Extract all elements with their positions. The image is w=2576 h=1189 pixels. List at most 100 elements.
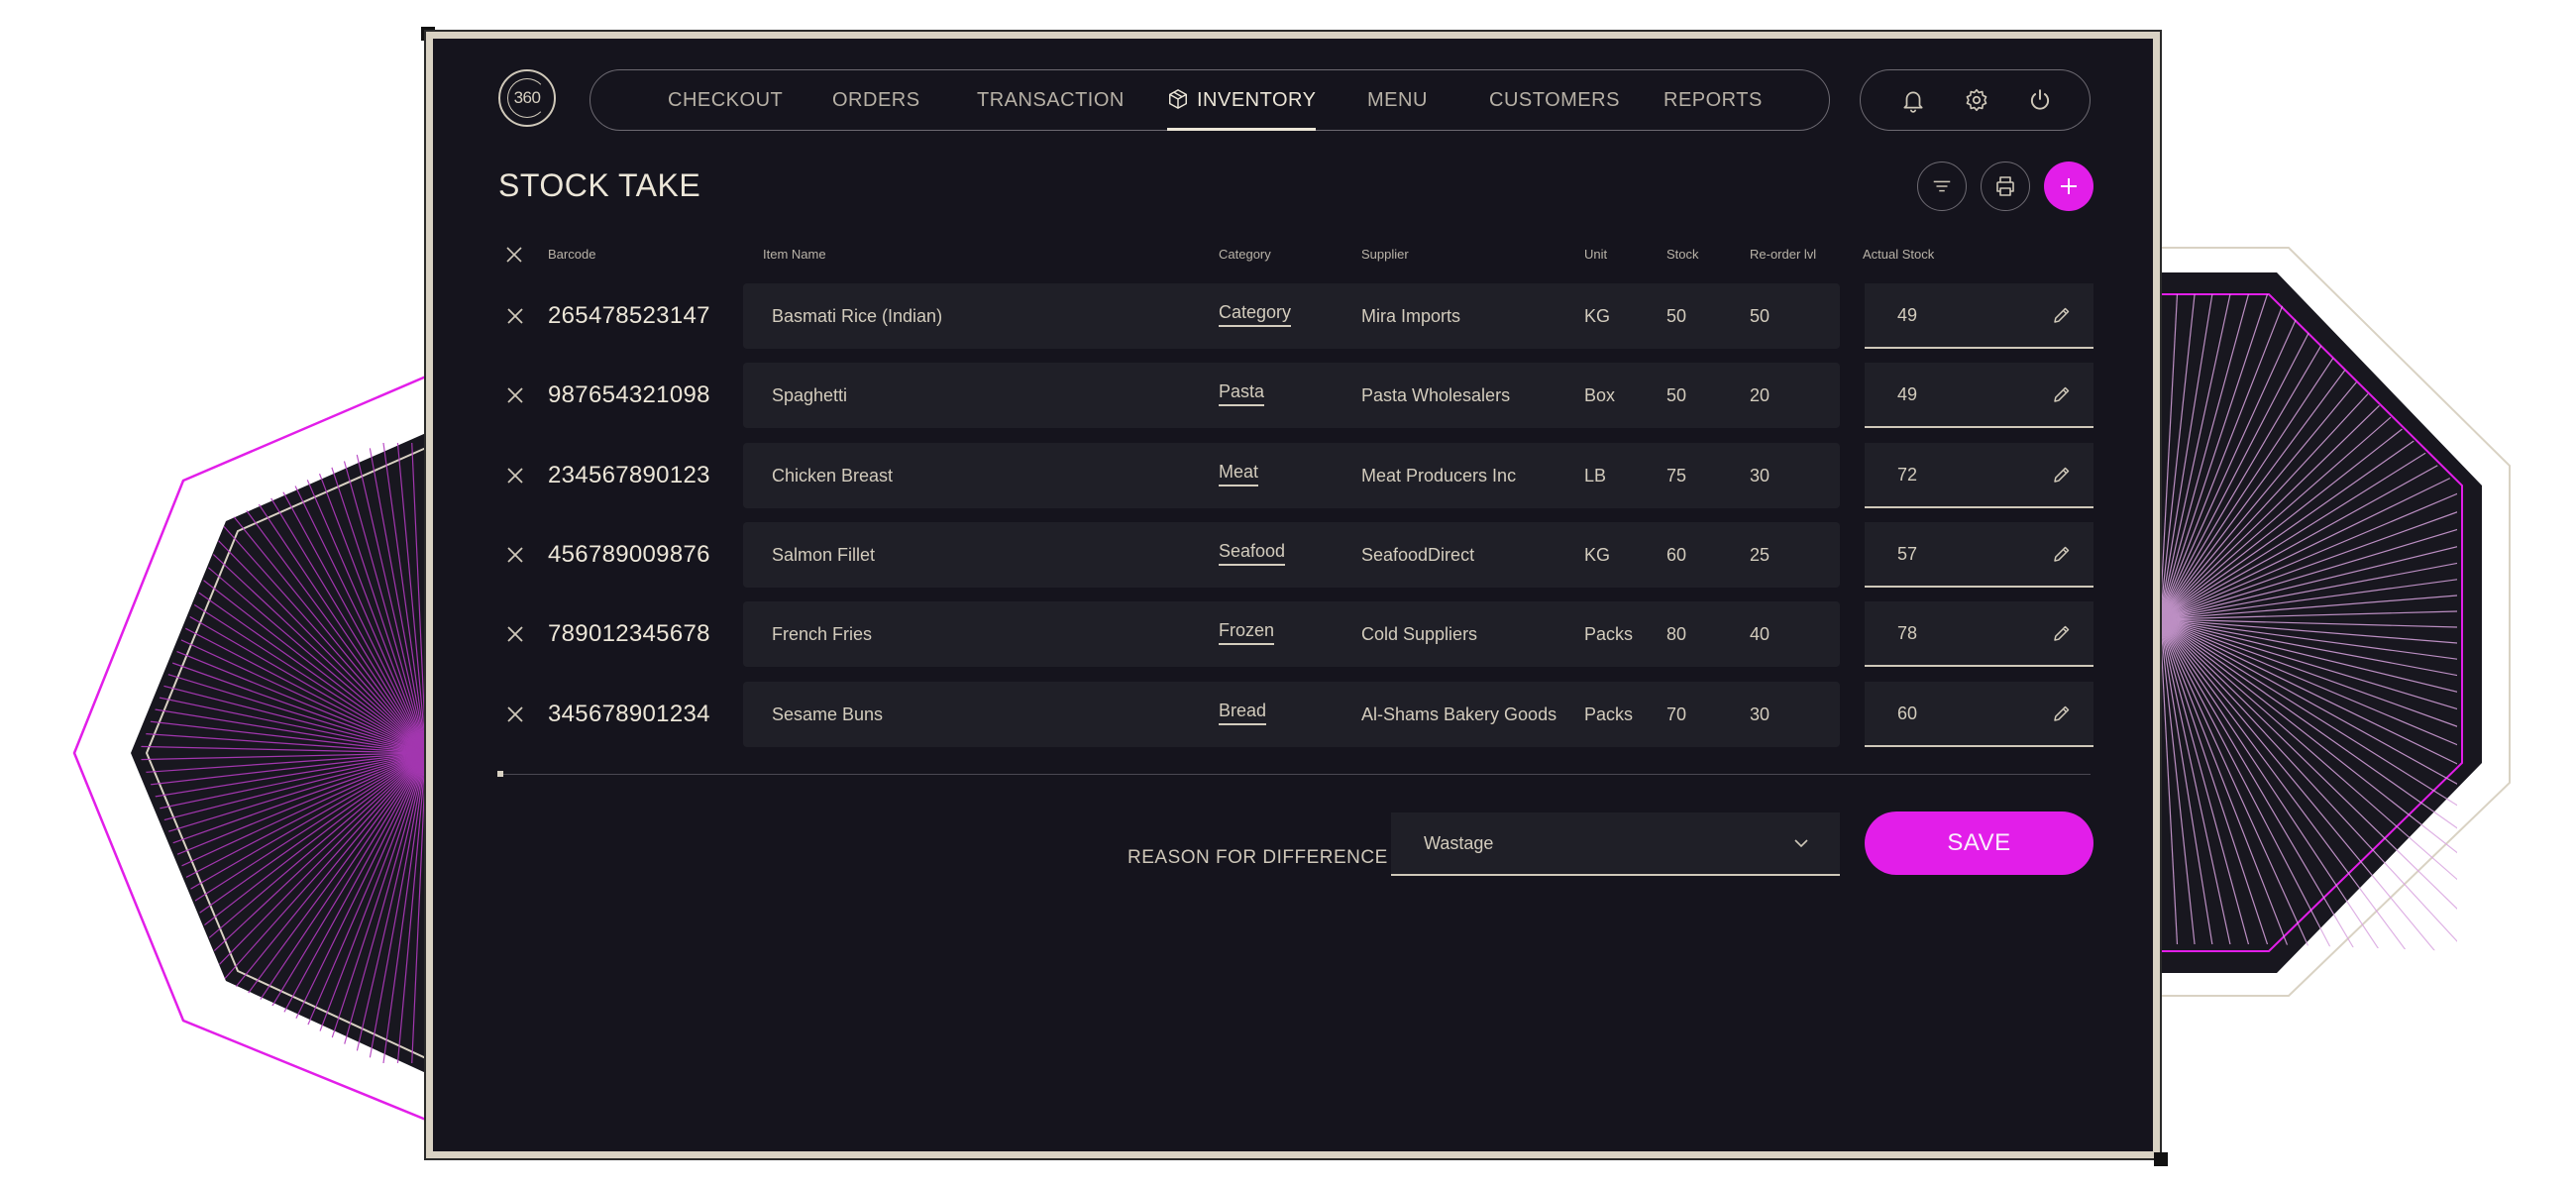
table-row: 456789009876 Salmon Fillet Seafood SeafoodD… bbox=[433, 522, 2167, 588]
actual-stock-field[interactable]: 78 bbox=[1865, 601, 2093, 667]
actual-stock-value: 78 bbox=[1897, 623, 1918, 643]
bell-icon[interactable] bbox=[1900, 87, 1926, 113]
column-header-actual-stock[interactable]: Actual Stock bbox=[1863, 247, 1934, 262]
table-row: 987654321098 Spaghetti Pasta Pasta Wholesal… bbox=[433, 363, 2167, 428]
column-header-stock[interactable]: Stock bbox=[1666, 247, 1699, 262]
row-reorder-level: 30 bbox=[1750, 704, 1771, 724]
row-supplier: Mira Imports bbox=[1361, 306, 1461, 326]
row-supplier: SeafoodDirect bbox=[1361, 545, 1475, 565]
pencil-icon[interactable] bbox=[2052, 305, 2072, 325]
row-reorder-level: 25 bbox=[1750, 545, 1771, 565]
nav-item-orders[interactable]: ORDERS bbox=[832, 70, 920, 130]
row-unit: Box bbox=[1584, 385, 1616, 405]
row-stock: 75 bbox=[1666, 466, 1687, 486]
remove-row-icon[interactable] bbox=[504, 384, 526, 406]
pencil-icon[interactable] bbox=[2052, 544, 2072, 564]
row-category[interactable]: Meat bbox=[1219, 443, 1259, 500]
table-row: 345678901234 Sesame Buns Bread Al-Shams Bak… bbox=[433, 682, 2167, 747]
actual-stock-field[interactable]: 49 bbox=[1865, 283, 2093, 349]
row-reorder-level: 40 bbox=[1750, 624, 1771, 644]
stock-take-window: 360 CHECKOUT ORDERS TRANSACTION INVENTOR… bbox=[424, 30, 2162, 1160]
actual-stock-field[interactable]: 49 bbox=[1865, 363, 2093, 428]
nav-item-inventory[interactable]: INVENTORY bbox=[1167, 70, 1317, 131]
row-supplier: Pasta Wholesalers bbox=[1361, 385, 1511, 405]
remove-row-icon[interactable] bbox=[504, 544, 526, 566]
remove-row-icon[interactable] bbox=[504, 703, 526, 725]
window-resize-handle[interactable] bbox=[2154, 1152, 2168, 1166]
row-unit: KG bbox=[1584, 306, 1611, 326]
table-row: 789012345678 French Fries Frozen Cold Suppl… bbox=[433, 601, 2167, 667]
page-title: STOCK TAKE bbox=[498, 167, 701, 203]
row-item-name: Salmon Fillet bbox=[772, 545, 876, 565]
actual-stock-field[interactable]: 72 bbox=[1865, 443, 2093, 508]
nav-item-transaction[interactable]: TRANSACTION bbox=[977, 70, 1125, 130]
row-barcode: 456789009876 bbox=[548, 541, 710, 568]
nav-item-reports[interactable]: REPORTS bbox=[1664, 70, 1763, 130]
gear-icon[interactable] bbox=[1964, 87, 1989, 113]
row-stock: 80 bbox=[1666, 624, 1687, 644]
row-category[interactable]: Bread bbox=[1219, 682, 1267, 739]
save-button[interactable]: SAVE bbox=[1865, 811, 2093, 875]
pencil-icon[interactable] bbox=[2052, 623, 2072, 643]
reason-select[interactable]: Wastage bbox=[1391, 812, 1840, 876]
nav-item-checkout[interactable]: CHECKOUT bbox=[668, 70, 783, 130]
row-category[interactable]: Frozen bbox=[1219, 601, 1275, 659]
row-supplier: Al-Shams Bakery Goods bbox=[1361, 704, 1557, 724]
reason-label: REASON FOR DIFFERENCE bbox=[1127, 847, 1388, 868]
row-reorder-level: 50 bbox=[1750, 306, 1771, 326]
actual-stock-value: 49 bbox=[1897, 384, 1918, 404]
row-stock: 70 bbox=[1666, 704, 1687, 724]
row-barcode: 234567890123 bbox=[548, 462, 710, 488]
column-header-reorder-level[interactable]: Re-order lvl bbox=[1750, 247, 1816, 262]
row-unit: Packs bbox=[1584, 624, 1634, 644]
add-item-button[interactable] bbox=[2044, 162, 2093, 211]
column-header-item-name[interactable]: Item Name bbox=[763, 247, 826, 262]
table-row: 234567890123 Chicken Breast Meat Meat Produ… bbox=[433, 443, 2167, 508]
row-supplier: Meat Producers Inc bbox=[1361, 466, 1517, 486]
row-category[interactable]: Seafood bbox=[1219, 522, 1286, 580]
reason-value: Wastage bbox=[1424, 833, 1494, 853]
actual-stock-value: 72 bbox=[1897, 465, 1918, 485]
row-reorder-level: 20 bbox=[1750, 385, 1771, 405]
row-barcode: 265478523147 bbox=[548, 302, 710, 329]
row-unit: LB bbox=[1584, 466, 1607, 486]
app-logo[interactable]: 360 bbox=[498, 69, 556, 127]
nav-item-customers[interactable]: CUSTOMERS bbox=[1489, 70, 1620, 130]
row-stock: 50 bbox=[1666, 306, 1687, 326]
pencil-icon[interactable] bbox=[2052, 384, 2072, 404]
power-icon[interactable] bbox=[2027, 87, 2053, 113]
column-header-category[interactable]: Category bbox=[1219, 247, 1271, 262]
actual-stock-field[interactable]: 57 bbox=[1865, 522, 2093, 588]
filter-button[interactable] bbox=[1917, 162, 1967, 211]
column-header-unit[interactable]: Unit bbox=[1584, 247, 1607, 262]
box-icon bbox=[1169, 88, 1187, 109]
row-barcode: 789012345678 bbox=[548, 620, 710, 647]
pencil-icon[interactable] bbox=[2052, 703, 2072, 723]
row-item-name: Sesame Buns bbox=[772, 704, 884, 724]
remove-row-icon[interactable] bbox=[504, 623, 526, 645]
header-actions bbox=[1860, 69, 2091, 131]
row-category[interactable]: Category bbox=[1219, 283, 1292, 341]
plus-icon bbox=[2061, 178, 2077, 194]
remove-row-icon[interactable] bbox=[504, 305, 526, 327]
row-unit: KG bbox=[1584, 545, 1611, 565]
row-category[interactable]: Pasta bbox=[1219, 363, 1265, 420]
actual-stock-field[interactable]: 60 bbox=[1865, 682, 2093, 747]
remove-row-icon[interactable] bbox=[504, 465, 526, 486]
nav-item-menu[interactable]: MENU bbox=[1367, 70, 1428, 130]
divider-handle bbox=[497, 771, 503, 777]
row-unit: Packs bbox=[1584, 704, 1634, 724]
filter-icon bbox=[1933, 180, 1951, 192]
actual-stock-value: 49 bbox=[1897, 305, 1918, 325]
row-reorder-level: 30 bbox=[1750, 466, 1771, 486]
row-item-name: Chicken Breast bbox=[772, 466, 894, 486]
table-row: 265478523147 Basmati Rice (Indian) Categor… bbox=[433, 283, 2167, 349]
row-item-name: Spaghetti bbox=[772, 385, 848, 405]
row-stock: 60 bbox=[1666, 545, 1687, 565]
column-header-barcode[interactable]: Barcode bbox=[548, 247, 595, 262]
clear-all-icon[interactable] bbox=[504, 245, 524, 265]
column-header-supplier[interactable]: Supplier bbox=[1361, 247, 1409, 262]
pencil-icon[interactable] bbox=[2052, 465, 2072, 485]
row-item-name: Basmati Rice (Indian) bbox=[772, 306, 943, 326]
print-button[interactable] bbox=[1981, 162, 2030, 211]
